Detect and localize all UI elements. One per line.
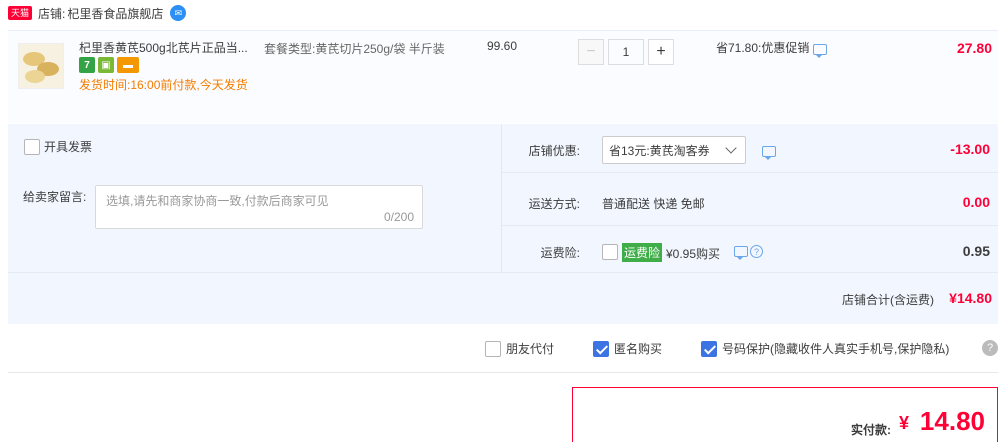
anonymous-checkbox[interactable]	[593, 340, 609, 357]
promo-info: 省71.80:优惠促销	[716, 39, 828, 58]
shop-discount-row: 店铺优惠: 省13元:黄芪淘客券 -13.00	[502, 124, 998, 173]
payment-amount: 14.80	[919, 406, 985, 436]
shipping-insurance-label: 运费险:	[540, 246, 580, 260]
sku-text: 套餐类型:黄芪切片250g/袋 半斤装	[264, 42, 445, 56]
service-icons: 7 ▣ ▬	[79, 57, 139, 73]
friend-pay-option[interactable]: 朋友代付	[485, 340, 554, 357]
credit-card-icon[interactable]: ▬	[117, 57, 139, 73]
order-options: 朋友代付 匿名购买 号码保护(隐藏收件人真实手机号,保护隐私) ?	[8, 325, 998, 373]
promo-detail-icon[interactable]	[813, 43, 828, 58]
shop-label: 店铺:	[38, 6, 66, 21]
quantity-increase-button[interactable]: +	[648, 39, 674, 65]
shipping-method: 普通配送 快递 免邮	[602, 197, 705, 211]
shop-discount-amount: -13.00	[950, 141, 990, 157]
ship-time-text: 发货时间:16:00前付款,今天发货	[79, 78, 248, 92]
insurance-chat-icon[interactable]	[734, 246, 748, 260]
shipping-row: 运送方式: 普通配送 快递 免邮 0.00	[502, 177, 998, 226]
friend-pay-checkbox[interactable]	[485, 340, 501, 357]
payment-label: 实付款:	[851, 423, 891, 437]
shop-name-link[interactable]: 杞里香食品旗舰店	[67, 5, 163, 22]
number-protect-checkbox[interactable]	[701, 340, 717, 357]
invoice-label: 开具发票	[44, 140, 93, 154]
seven-day-return-icon[interactable]: 7	[79, 57, 95, 73]
coupon-detail-icon[interactable]	[762, 146, 776, 160]
quantity-input[interactable]: 1	[608, 39, 644, 65]
message-char-count: 0/200	[383, 210, 414, 224]
shipping-insurance-checkbox[interactable]	[602, 244, 618, 260]
anonymous-option[interactable]: 匿名购买	[593, 340, 662, 357]
promo-text: 省71.80:优惠促销	[716, 41, 810, 55]
payment-currency: ¥	[898, 413, 909, 433]
shipping-label: 运送方式:	[528, 197, 580, 211]
number-protect-label: 号码保护(隐藏收件人真实手机号,保护隐私)	[722, 342, 950, 356]
coupon-select[interactable]: 省13元:黄芪淘客券	[602, 136, 746, 164]
shop-total-amount: ¥14.80	[949, 290, 992, 306]
shop-header: 天猫 店铺: 杞里香食品旗舰店 ✉	[0, 0, 1004, 26]
shop-total-row: 店铺合计(含运费) ¥14.80	[8, 272, 998, 324]
seller-message-input[interactable]: 选填,请先和商家协商一致,付款后商家可见 0/200	[95, 185, 423, 229]
order-extras-panel: 开具发票 给卖家留言: 选填,请先和商家协商一致,付款后商家可见 0/200 店…	[8, 124, 998, 272]
quantity-stepper: − 1 +	[578, 39, 674, 65]
order-fees-section: 店铺优惠: 省13元:黄芪淘客券 -13.00 运送方式: 普通配送 快递 免邮…	[502, 124, 998, 272]
unit-price: 99.60	[487, 39, 518, 53]
anonymous-label: 匿名购买	[614, 342, 663, 356]
shipping-insurance-tag: 运费险	[622, 243, 663, 262]
friend-pay-label: 朋友代付	[506, 342, 555, 356]
options-help-icon[interactable]: ?	[982, 340, 998, 356]
product-title-link[interactable]: 杞里香黄芪500g北芪片正品当...	[79, 39, 259, 56]
number-protect-option[interactable]: 号码保护(隐藏收件人真实手机号,保护隐私)	[701, 340, 949, 357]
message-placeholder: 选填,请先和商家协商一致,付款后商家可见	[106, 194, 329, 208]
shop-total-label: 店铺合计(含运费)	[842, 293, 934, 307]
payment-summary: 实付款: ¥ 14.80	[572, 387, 998, 442]
phone-verify-icon[interactable]: ▣	[98, 57, 114, 73]
cart-item-row: 杞里香黄芪500g北芪片正品当... 7 ▣ ▬ 发货时间:16:00前付款,今…	[8, 30, 998, 123]
shipping-insurance-icons: ?	[734, 245, 763, 260]
wangwang-chat-icon[interactable]: ✉	[170, 5, 187, 21]
chevron-down-icon	[725, 142, 737, 154]
order-notes-section: 开具发票 给卖家留言: 选填,请先和商家协商一致,付款后商家可见 0/200	[8, 124, 501, 272]
shipping-insurance-price: ¥0.95购买	[666, 247, 721, 261]
product-thumbnail[interactable]	[18, 43, 64, 89]
tmall-badge: 天猫	[8, 6, 33, 20]
shipping-amount: 0.00	[962, 194, 990, 210]
message-label: 给卖家留言:	[23, 190, 87, 204]
quantity-decrease-button[interactable]: −	[578, 39, 604, 65]
coupon-selected-value: 省13元:黄芪淘客券	[609, 143, 710, 158]
item-subtotal: 27.80	[956, 40, 992, 56]
shop-discount-label: 店铺优惠:	[528, 144, 580, 158]
invoice-checkbox[interactable]	[24, 138, 40, 155]
shipping-insurance-amount: 0.95	[962, 243, 990, 259]
help-icon[interactable]: ?	[750, 245, 763, 258]
invoice-option[interactable]: 开具发票	[24, 138, 92, 155]
